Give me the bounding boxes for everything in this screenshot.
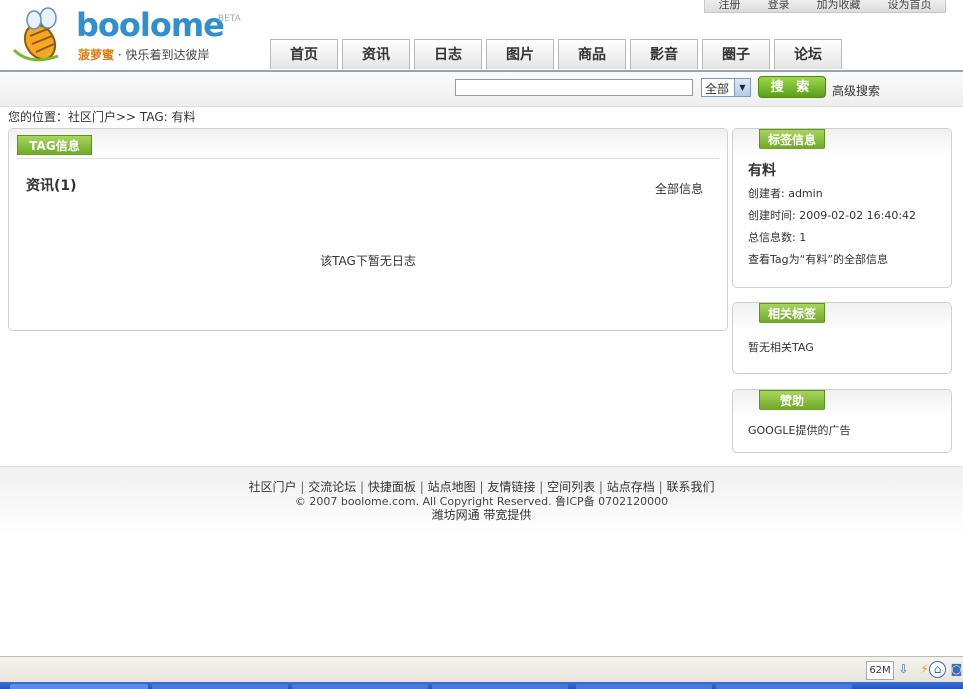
sponsor-panel: 赞助 GOOGLE提供的广告: [732, 389, 952, 453]
panel-header-bg: [9, 129, 727, 157]
nav-news[interactable]: 资讯: [342, 39, 410, 69]
memory-indicator: 62M: [866, 661, 894, 680]
top-links: 注册 登录 加为收藏 设为首页: [704, 0, 946, 13]
related-tags-panel: 相关标签 暂无相关TAG: [732, 302, 952, 374]
panel-divider: [17, 158, 719, 159]
set-homepage-link[interactable]: 设为首页: [882, 0, 938, 12]
tag-view-all-link[interactable]: 查看Tag为“有料”的全部信息: [748, 251, 888, 267]
search-scope-value: 全部: [705, 82, 730, 96]
tag-total-count: 总信息数: 1: [748, 231, 807, 244]
slogan: 菠萝蜜 · 快乐着到达彼岸: [78, 46, 209, 63]
sponsor-text: GOOGLE提供的广告: [748, 424, 851, 437]
breadcrumb: 您的位置：社区门户>> TAG: 有料: [8, 110, 196, 124]
tab-tag-info[interactable]: TAG信息: [17, 135, 92, 155]
advanced-search-link[interactable]: 高级搜索: [832, 82, 880, 99]
footer-link-archive[interactable]: 站点存档: [607, 480, 655, 494]
home-icon[interactable]: ⌂: [929, 661, 946, 678]
download-icon[interactable]: ⇩: [895, 661, 912, 678]
taskbar-item[interactable]: [10, 684, 148, 689]
bee-logo-icon: [12, 7, 59, 62]
register-link[interactable]: 注册: [713, 0, 747, 12]
taskbar-item[interactable]: [292, 684, 428, 689]
empty-message: 该TAG下暂无日志: [320, 254, 416, 268]
nav-blog[interactable]: 日志: [414, 39, 482, 69]
all-info-link[interactable]: 全部信息: [655, 180, 703, 197]
search-bar: 全部 ▼ 搜 索 高级搜索: [0, 72, 963, 107]
beta-label: BETA: [218, 14, 241, 24]
browser-status-bar: 62M ⇩ ⚡ ⌂ ◙: [0, 656, 963, 683]
nav-photos[interactable]: 图片: [486, 39, 554, 69]
taskbar-item[interactable]: [432, 684, 568, 689]
bookmark-link[interactable]: 加为收藏: [811, 0, 867, 12]
site-logo[interactable]: boolome BETA 菠萝蜜 · 快乐着到达彼岸: [8, 2, 258, 66]
chevron-down-icon[interactable]: ▼: [734, 79, 750, 96]
login-link[interactable]: 登录: [762, 0, 796, 12]
footer-link-contact[interactable]: 联系我们: [667, 480, 715, 494]
footer-link-sitemap[interactable]: 站点地图: [428, 480, 476, 494]
slogan-rest: · 快乐着到达彼岸: [117, 48, 210, 62]
slogan-cn: 菠萝蜜: [78, 48, 115, 62]
footer: 社区门户 | 交流论坛 | 快捷面板 | 站点地图 | 友情链接 | 空间列表 …: [0, 466, 963, 535]
footer-link-panel[interactable]: 快捷面板: [368, 480, 416, 494]
tag-info-panel: TAG信息 资讯(1) 全部信息 该TAG下暂无日志: [8, 128, 728, 331]
footer-link-forum[interactable]: 交流论坛: [308, 480, 356, 494]
nav-forum[interactable]: 论坛: [774, 39, 842, 69]
nav-home[interactable]: 首页: [270, 39, 338, 69]
taskbar-item[interactable]: [576, 684, 712, 689]
taskbar-item[interactable]: [152, 684, 288, 689]
section-title: 资讯(1): [26, 178, 77, 194]
nav-goods[interactable]: 商品: [558, 39, 626, 69]
footer-link-portal[interactable]: 社区门户: [248, 480, 296, 494]
related-tags-empty: 暂无相关TAG: [748, 341, 814, 354]
bandwidth-provider: 潍坊网通 带宽提供: [431, 508, 532, 522]
nav-media[interactable]: 影音: [630, 39, 698, 69]
search-scope-select[interactable]: 全部 ▼: [701, 78, 751, 97]
search-input[interactable]: [455, 79, 693, 96]
tag-details-title: 标签信息: [759, 129, 825, 149]
tag-name: 有料: [748, 163, 776, 179]
main-nav: 首页 资讯 日志 图片 商品 影音 圈子 论坛: [270, 39, 846, 69]
tag-creator: 创建者: admin: [748, 187, 823, 200]
sponsor-title: 赞助: [759, 390, 825, 410]
taskbar-item[interactable]: [716, 684, 852, 689]
chat-icon[interactable]: ◙: [948, 661, 963, 678]
nav-groups[interactable]: 圈子: [702, 39, 770, 69]
header: boolome BETA 菠萝蜜 · 快乐着到达彼岸 注册 登录 加为收藏 设为…: [0, 0, 963, 72]
search-button[interactable]: 搜 索: [758, 76, 826, 98]
tag-details-panel: 标签信息 有料 创建者: admin 创建时间: 2009-02-02 16:4…: [732, 128, 952, 288]
brand-name: boolome: [76, 6, 225, 44]
footer-link-friends[interactable]: 友情链接: [487, 480, 535, 494]
tag-created-time: 创建时间: 2009-02-02 16:40:42: [748, 209, 917, 222]
footer-link-spaces[interactable]: 空间列表: [547, 480, 595, 494]
related-tags-title: 相关标签: [759, 303, 825, 323]
